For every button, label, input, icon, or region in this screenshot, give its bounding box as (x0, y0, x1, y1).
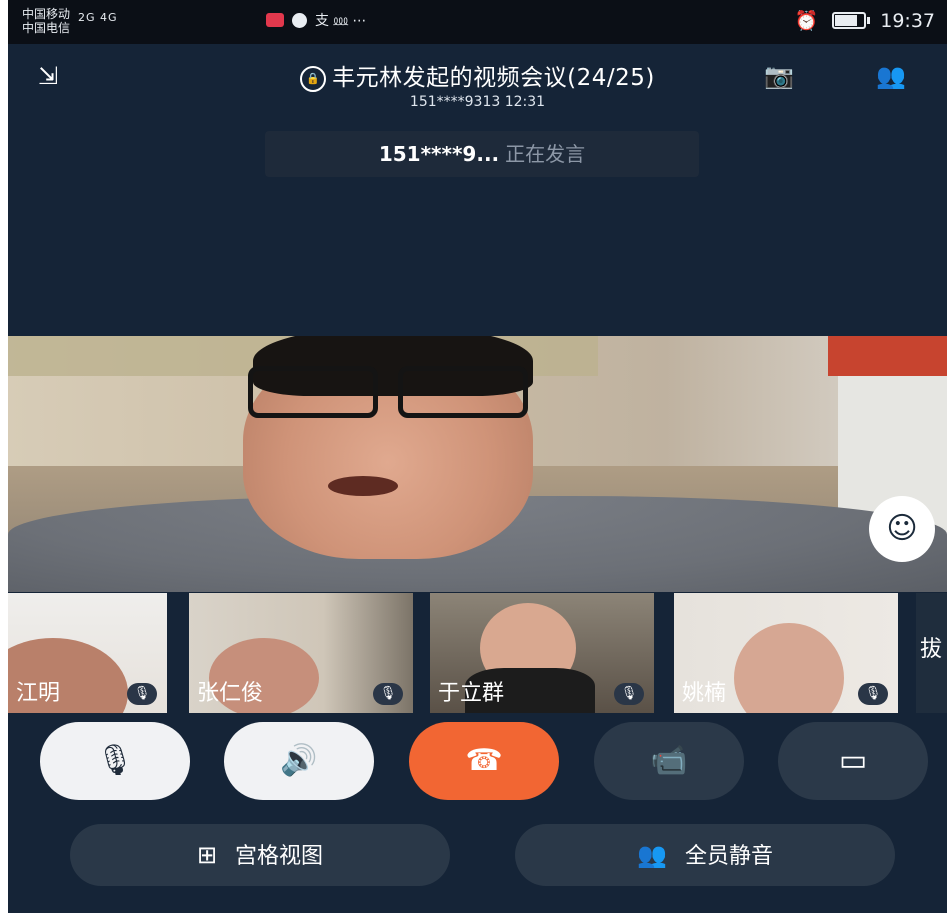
mute-mic-button[interactable]: 🎙 (40, 722, 190, 800)
carrier-names: 中国移动 中国电信 (22, 7, 70, 35)
speaker-status: 正在发言 (505, 142, 586, 166)
mic-off-icon: 🎙 (95, 743, 135, 778)
battery-icon (832, 12, 871, 29)
call-controls: 🎙 🔊 ☎ 📹 ▭ (8, 722, 947, 802)
participant-tile[interactable]: 姚楠 🎙 (674, 593, 898, 713)
video-camera-icon: 📹 (650, 743, 688, 778)
mic-muted-icon: 🎙 (373, 683, 403, 705)
hang-up-button[interactable]: ☎ (409, 722, 559, 800)
mic-muted-icon: 🎙 (858, 683, 888, 705)
grid-icon: ⊞ (196, 841, 218, 869)
video-person-mouth (328, 476, 398, 496)
participant-name: 张仁俊 (197, 681, 264, 706)
mic-muted-icon: 🎙 (127, 683, 157, 705)
participant-tile[interactable]: 张仁俊 🎙 (189, 593, 413, 713)
grid-view-label: 宫格视图 (235, 844, 324, 869)
participant-tile[interactable]: 拔 (916, 593, 947, 713)
participant-tile[interactable]: 江明 🎙 (8, 593, 167, 713)
video-red-banner (828, 336, 947, 376)
status-bar: 中国移动 中国电信 2G 4G 支 ⅏ ⋯ ⏰ 19:37 (8, 0, 947, 44)
call-header: ⇲ 🔒 丰元林发起的视频会议(24/25) 151****9313 12:31 📷… (8, 44, 947, 114)
mic-muted-icon: 🎙 (614, 683, 644, 705)
reaction-emoji-icon[interactable]: ☺ (869, 496, 935, 562)
video-call-screen: 中国移动 中国电信 2G 4G 支 ⅏ ⋯ ⏰ 19:37 ⇲ 🔒 丰元林发起的视… (8, 0, 947, 913)
speaker-name: 151****9... (378, 142, 500, 166)
video-person-glasses (248, 366, 558, 418)
notification-icons: 支 ⅏ ⋯ (266, 10, 366, 30)
alarm-icon: ⏰ (794, 10, 819, 32)
screen-share-icon: ▭ (838, 743, 868, 778)
participant-tile[interactable]: 于立群 🎙 (430, 593, 654, 713)
network-indicator: 2G 4G (78, 11, 118, 24)
notification-text: 支 ⅏ ⋯ (315, 13, 367, 29)
add-member-icon[interactable]: 👥 (876, 62, 906, 90)
meeting-title: 🔒 丰元林发起的视频会议(24/25) (8, 58, 947, 92)
title-block: 🔒 丰元林发起的视频会议(24/25) 151****9313 12:31 (8, 58, 947, 110)
grid-view-button[interactable]: ⊞ 宫格视图 (70, 824, 450, 886)
mute-all-label: 全员静音 (684, 844, 773, 869)
participant-name: 于立群 (438, 681, 505, 706)
screen-share-button[interactable]: ▭ (778, 722, 928, 800)
participant-name: 拔 (920, 637, 943, 662)
mute-all-icon: 👥 (637, 841, 667, 869)
record-icon (266, 13, 284, 27)
app-icon (292, 12, 307, 28)
hang-up-icon: ☎ (465, 743, 503, 778)
participant-name: 姚楠 (682, 681, 727, 706)
meeting-subtitle: 151****9313 12:31 (409, 94, 546, 110)
speaker-icon: 🔊 (280, 743, 318, 778)
lock-icon: 🔒 (300, 66, 327, 92)
speaker-button[interactable]: 🔊 (224, 722, 374, 800)
video-wall-poster-2 (588, 336, 848, 376)
status-right: ⏰ 19:37 (794, 9, 935, 33)
participant-strip[interactable]: 江明 🎙 张仁俊 🎙 于立群 🎙 姚楠 🎙 拔 (8, 593, 947, 713)
switch-camera-icon[interactable]: 📷 (764, 62, 794, 90)
mute-all-button[interactable]: 👥 全员静音 (515, 824, 895, 886)
carrier-2: 中国电信 (22, 21, 71, 35)
clock: 19:37 (880, 9, 935, 32)
main-video[interactable] (8, 336, 947, 592)
participant-name: 江明 (16, 681, 61, 706)
carrier-1: 中国移动 (22, 7, 71, 21)
camera-button[interactable]: 📹 (594, 722, 744, 800)
speaking-banner: 151****9... 正在发言 (265, 131, 699, 177)
meeting-title-text: 丰元林发起的视频会议(24/25) (332, 65, 655, 91)
bottom-actions: ⊞ 宫格视图 👥 全员静音 (8, 824, 947, 888)
